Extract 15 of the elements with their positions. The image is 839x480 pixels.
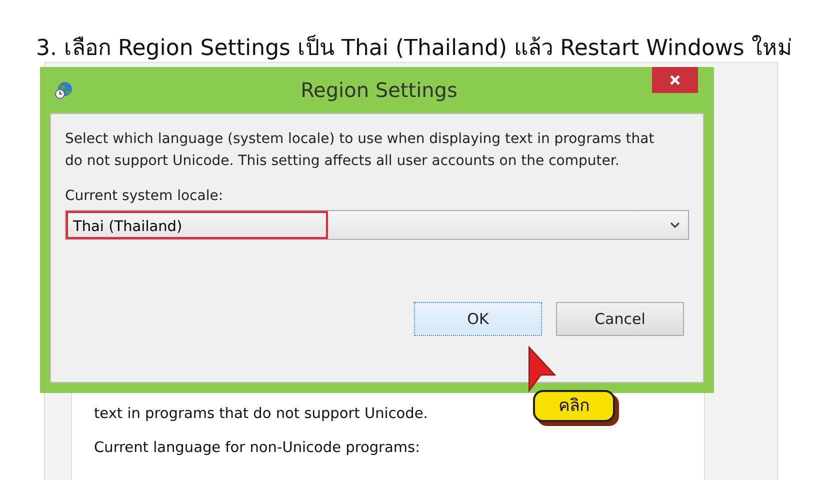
close-button[interactable] [652, 67, 698, 93]
background-text: text in programs that do not support Unicode. [94, 406, 428, 422]
pointer-icon [527, 345, 557, 393]
chevron-down-icon [670, 222, 680, 228]
cancel-button[interactable]: Cancel [556, 302, 684, 336]
ok-button[interactable]: OK [414, 302, 542, 336]
globe-clock-icon [54, 80, 74, 100]
step-heading: 3. เลือก Region Settings เป็น Thai (Thailand) แล้ว Restart Windows ใหม่ [35, 34, 794, 60]
field-label: Current system locale: [65, 188, 224, 204]
close-icon [669, 74, 681, 86]
locale-value: Thai (Thailand) [66, 211, 328, 239]
description-text: Select which language (system locale) to use when displaying text in programs that do not support Unicode. This setting affects all user accounts on the computer. [65, 130, 656, 171]
background-text: Current language for non-Unicode programs: [94, 440, 420, 456]
window-title: Region Settings [300, 78, 458, 102]
locale-dropdown[interactable]: Thai (Thailand) [65, 210, 689, 240]
